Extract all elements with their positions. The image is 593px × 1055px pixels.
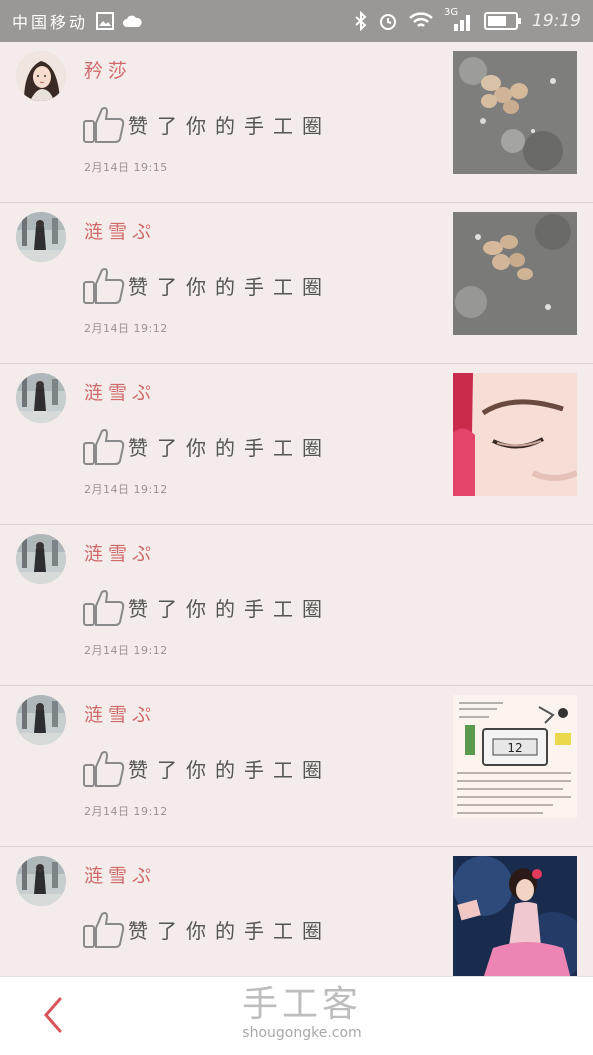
post-thumbnail[interactable] [453, 856, 577, 976]
avatar[interactable] [16, 373, 66, 423]
username[interactable]: 涟雪ぷ [84, 539, 156, 566]
like-action: 赞了你的手工圈 [82, 265, 331, 305]
post-thumbnail[interactable] [453, 373, 577, 496]
clock-label: 19:19 [532, 11, 581, 31]
action-text: 赞了你的手工圈 [128, 918, 331, 943]
watermark-en: shougongke.com [242, 1025, 362, 1041]
username[interactable]: 涟雪ぷ [84, 378, 156, 405]
thumbs-up-icon [83, 268, 125, 304]
list-item[interactable]: 矜莎 赞了你的手工圈 2月14日 19:15 [0, 42, 593, 203]
watermark-cn: 手工客 [241, 984, 362, 1025]
timestamp: 2月14日 19:12 [84, 322, 168, 335]
post-thumbnail[interactable]: 12 [453, 695, 577, 818]
username[interactable]: 矜莎 [84, 56, 132, 83]
list-item[interactable]: 涟雪ぷ 赞了你的手工圈 2月14日 19:12 [0, 364, 593, 525]
image-icon [96, 12, 115, 30]
action-text: 赞了你的手工圈 [128, 435, 331, 460]
username[interactable]: 涟雪ぷ [84, 700, 156, 727]
avatar[interactable] [16, 212, 66, 262]
thumbs-up-icon [83, 429, 125, 465]
list-item[interactable]: 涟雪ぷ 赞了你的手工圈 2月14日 19:12 12 [0, 686, 593, 847]
action-text: 赞了你的手工圈 [128, 113, 331, 138]
avatar[interactable] [16, 856, 66, 906]
like-action: 赞了你的手工圈 [82, 748, 331, 788]
timestamp: 2月14日 19:12 [84, 483, 168, 496]
timestamp: 2月14日 19:12 [84, 805, 168, 818]
action-text: 赞了你的手工圈 [128, 757, 331, 782]
post-thumbnail[interactable] [453, 51, 577, 174]
battery-icon [484, 12, 521, 30]
like-action: 赞了你的手工圈 [82, 909, 331, 949]
list-item[interactable]: 涟雪ぷ 赞了你的手工圈 2月14日 19:12 [0, 525, 593, 686]
bottom-bar: 手工客 shougongke.com [0, 976, 593, 1055]
thumbs-up-icon [83, 912, 125, 948]
avatar[interactable] [16, 51, 66, 101]
username[interactable]: 涟雪ぷ [84, 217, 156, 244]
wifi-icon [409, 12, 433, 27]
back-arrow-icon[interactable] [38, 995, 68, 1035]
list-item[interactable]: 涟雪ぷ 赞了你的手工圈 2月14日 19:12 [0, 203, 593, 364]
notification-list: 矜莎 赞了你的手工圈 2月14日 19:15 涟雪ぷ 赞了你的手工圈 2月14日… [0, 42, 593, 976]
like-action: 赞了你的手工圈 [82, 104, 331, 144]
thumbs-up-icon [83, 751, 125, 787]
timestamp: 2月14日 19:12 [84, 644, 168, 657]
post-thumbnail[interactable] [453, 212, 577, 335]
thumbs-up-icon [83, 107, 125, 143]
watermark: 手工客 shougongke.com [232, 983, 372, 1041]
thumbs-up-icon [83, 590, 125, 626]
like-action: 赞了你的手工圈 [82, 587, 331, 627]
list-item[interactable]: 涟雪ぷ 赞了你的手工圈 [0, 847, 593, 976]
cloud-icon [123, 15, 142, 27]
status-bar: 中国移动 3G 19:19 [0, 0, 593, 42]
carrier-label: 中国移动 [12, 13, 89, 32]
bluetooth-icon [355, 11, 367, 31]
calendar-day: 12 [507, 741, 522, 755]
avatar[interactable] [16, 534, 66, 584]
alarm-icon [380, 14, 396, 30]
avatar[interactable] [16, 695, 66, 745]
signal-icon [454, 15, 470, 31]
action-text: 赞了你的手工圈 [128, 274, 331, 299]
like-action: 赞了你的手工圈 [82, 426, 331, 466]
action-text: 赞了你的手工圈 [128, 596, 331, 621]
username[interactable]: 涟雪ぷ [84, 861, 156, 888]
timestamp: 2月14日 19:15 [84, 161, 168, 174]
